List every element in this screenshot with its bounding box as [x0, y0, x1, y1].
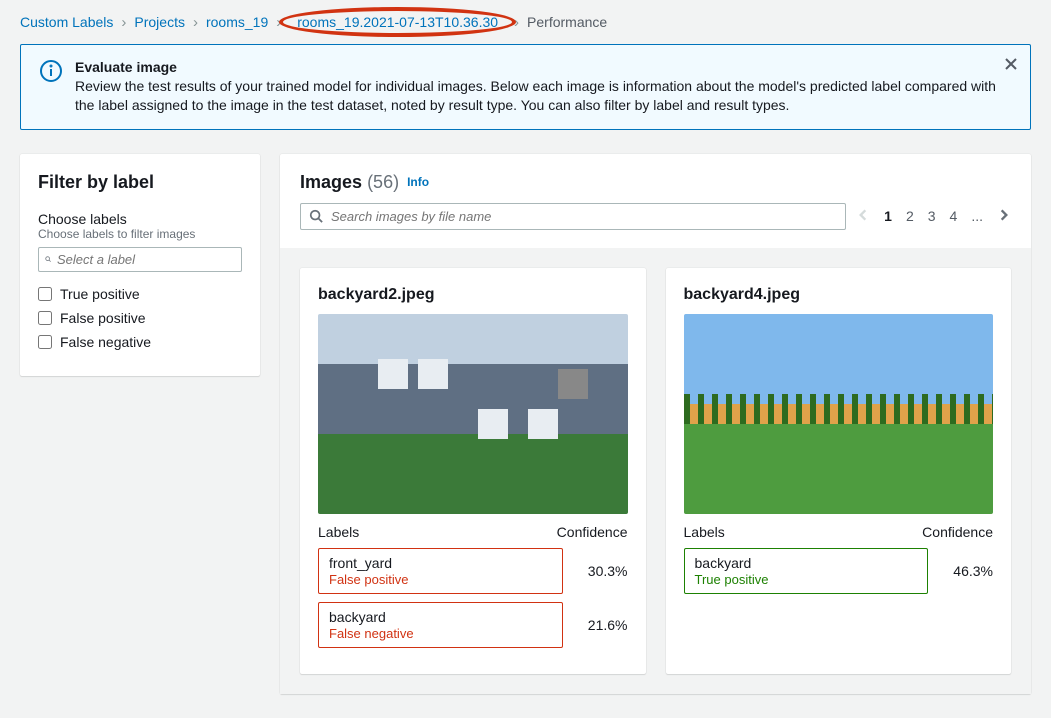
label-select[interactable]: [38, 247, 242, 272]
label-result: False positive: [329, 572, 552, 587]
page-prev[interactable]: [856, 208, 870, 225]
choose-labels-desc: Choose labels to filter images: [38, 227, 242, 241]
image-filename: backyard2.jpeg: [318, 286, 628, 304]
crumb-projects[interactable]: Projects: [134, 14, 185, 30]
banner-desc: Review the test results of your trained …: [75, 77, 1012, 115]
label-result: True positive: [695, 572, 918, 587]
chevron-right-icon: ›: [121, 14, 126, 31]
info-banner: Evaluate image Review the test results o…: [20, 44, 1031, 130]
search-input[interactable]: [331, 209, 837, 224]
images-heading: Images: [300, 172, 362, 192]
page-2[interactable]: 2: [906, 208, 914, 224]
page-4[interactable]: 4: [950, 208, 958, 224]
label-box[interactable]: backyardTrue positive: [684, 548, 929, 594]
page-next[interactable]: [997, 208, 1011, 225]
image-card[interactable]: backyard2.jpeg Labels Confidence front_yard…: [300, 268, 646, 674]
info-icon: [39, 59, 65, 86]
page-more[interactable]: ...: [971, 208, 983, 224]
crumb-performance: Performance: [527, 14, 607, 30]
close-icon[interactable]: [1004, 57, 1018, 74]
images-count: (56): [367, 172, 399, 192]
image-thumb[interactable]: [318, 314, 628, 514]
image-card[interactable]: backyard4.jpegLabelsConfidencebackyardTr…: [666, 268, 1012, 674]
content-panel: Images (56) Info 1 2 3 4 ... backyard2.j…: [280, 154, 1031, 694]
confidence-value: 30.3%: [573, 563, 628, 579]
chevron-right-icon: ›: [193, 14, 198, 31]
chevron-right-icon: ›: [276, 14, 281, 31]
image-filename: backyard4.jpeg: [684, 286, 994, 304]
label-name: backyard: [329, 609, 552, 625]
banner-title: Evaluate image: [75, 59, 1012, 75]
filter-sidebar: Filter by label Choose labels Choose lab…: [20, 154, 260, 376]
chk-false-positive[interactable]: False positive: [38, 310, 242, 326]
crumb-room[interactable]: rooms_19: [206, 14, 268, 30]
confidence-value: 21.6%: [573, 617, 628, 633]
label-name: front_yard: [329, 555, 552, 571]
search-icon: [45, 252, 51, 266]
label-select-input[interactable]: [57, 252, 235, 267]
label-name: backyard: [695, 555, 918, 571]
confidence-col: Confidence: [557, 524, 628, 540]
label-row: front_yardFalse positive 30.3%: [318, 548, 628, 594]
labels-col: Labels: [684, 524, 725, 540]
sidebar-title: Filter by label: [38, 172, 242, 193]
crumb-model[interactable]: rooms_19.2021-07-13T10.36.30: [289, 12, 506, 32]
page-3[interactable]: 3: [928, 208, 936, 224]
choose-labels-head: Choose labels: [38, 211, 242, 227]
search-input-wrap[interactable]: [300, 203, 846, 230]
breadcrumb: Custom Labels › Projects › rooms_19 › ro…: [0, 0, 1051, 44]
chk-false-negative[interactable]: False negative: [38, 334, 242, 350]
chevron-right-icon: ›: [514, 14, 519, 31]
crumb-custom-labels[interactable]: Custom Labels: [20, 14, 113, 30]
labels-col: Labels: [318, 524, 359, 540]
image-thumb[interactable]: [684, 314, 994, 514]
info-link[interactable]: Info: [407, 175, 429, 189]
confidence-col: Confidence: [922, 524, 993, 540]
chk-true-positive[interactable]: True positive: [38, 286, 242, 302]
search-icon: [309, 209, 323, 223]
pagination: 1 2 3 4 ...: [856, 208, 1011, 225]
page-1[interactable]: 1: [884, 208, 892, 224]
label-box[interactable]: front_yardFalse positive: [318, 548, 563, 594]
label-row: backyardFalse negative 21.6%: [318, 602, 628, 648]
label-row: backyardTrue positive 46.3%: [684, 548, 994, 594]
confidence-value: 46.3%: [938, 563, 993, 579]
label-box[interactable]: backyardFalse negative: [318, 602, 563, 648]
